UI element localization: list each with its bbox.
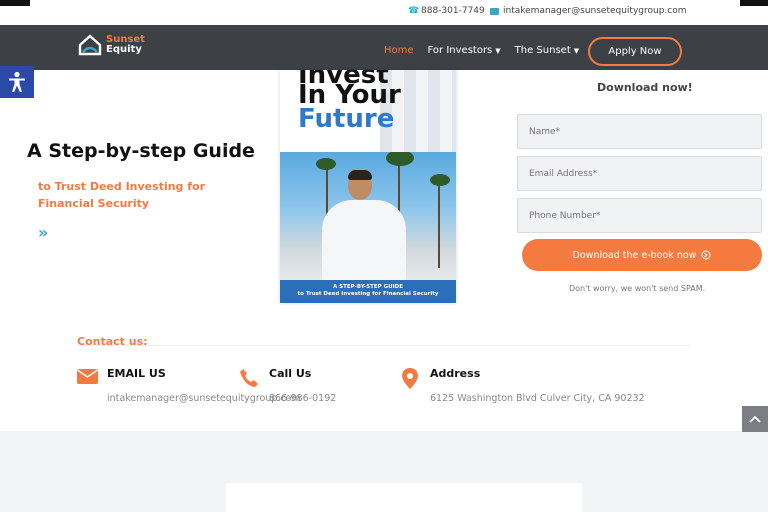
contact-label: Contact us: bbox=[77, 335, 148, 348]
lower-card bbox=[226, 483, 582, 512]
form-title: Download now! bbox=[597, 81, 693, 94]
call-us-value[interactable]: 866-986-0192 bbox=[269, 393, 336, 404]
accessibility-icon bbox=[9, 71, 25, 92]
top-contact-bar: ☎ 888-301-7749 intakemanager@sunsetequit… bbox=[0, 0, 768, 25]
phone-icon: ☎ bbox=[408, 5, 420, 16]
nav-for-investors-label: For Investors bbox=[427, 45, 493, 56]
chevron-down-icon: ▼ bbox=[573, 46, 580, 55]
download-ebook-button[interactable]: Download the e-book now bbox=[522, 239, 762, 271]
palm-frond bbox=[386, 152, 414, 166]
double-chevron-right-icon[interactable]: » bbox=[38, 223, 49, 242]
phone-icon bbox=[240, 369, 258, 387]
palm-tree bbox=[438, 178, 440, 268]
address-title: Address bbox=[430, 367, 481, 380]
main-nav: Home For Investors ▼ The Sunset ▼ bbox=[384, 45, 579, 56]
nav-the-sunset[interactable]: The Sunset ▼ bbox=[515, 45, 579, 56]
ebook-footer-line1: A STEP-BY-STEP GUIDE bbox=[333, 284, 403, 290]
envelope-icon bbox=[77, 369, 98, 384]
hero-title: A Step-by-step Guide bbox=[27, 140, 255, 162]
email-input[interactable] bbox=[517, 156, 762, 191]
ebook-cover: Invest In Your Future A STEP-BY-STEP GUI… bbox=[280, 70, 456, 303]
topbar-email[interactable]: intakemanager@sunsetequitygroup.com bbox=[490, 6, 687, 16]
nav-home[interactable]: Home bbox=[384, 45, 414, 56]
ebook-cover-photo bbox=[280, 152, 456, 280]
topbar-phone-text: 888-301-7749 bbox=[421, 6, 485, 16]
apply-now-button[interactable]: Apply Now bbox=[588, 37, 682, 66]
ebook-title-line3: Future bbox=[298, 104, 395, 134]
chevron-up-icon bbox=[749, 415, 761, 423]
address-value: 6125 Washington Blvd Culver City, CA 902… bbox=[430, 393, 645, 404]
screen-edge-left bbox=[0, 0, 30, 6]
ebook-cover-footer: A STEP-BY-STEP GUIDE to Trust Deed Inves… bbox=[280, 280, 456, 303]
email-us-title: EMAIL US bbox=[107, 367, 166, 380]
hero-subtitle: to Trust Deed Investing for Financial Se… bbox=[38, 180, 206, 210]
nav-for-investors[interactable]: For Investors ▼ bbox=[428, 45, 501, 56]
ebook-footer-line2: to Trust Deed Investing for Financial Se… bbox=[297, 291, 439, 297]
map-pin-icon bbox=[402, 368, 418, 389]
topbar-email-text: intakemanager@sunsetequitygroup.com bbox=[503, 6, 687, 16]
logo-house-icon bbox=[78, 34, 102, 56]
spam-note: Don't worry, we won't send SPAM. bbox=[569, 284, 706, 293]
name-input[interactable] bbox=[517, 114, 762, 149]
download-ebook-button-label: Download the e-book now bbox=[572, 249, 697, 261]
circle-arrow-right-icon bbox=[701, 250, 711, 260]
scroll-to-top-button[interactable] bbox=[742, 406, 768, 432]
chevron-down-icon: ▼ bbox=[495, 46, 501, 55]
logo-text-equity: Equity bbox=[106, 44, 142, 55]
person-hair bbox=[348, 170, 372, 180]
contact-divider bbox=[77, 345, 690, 346]
palm-frond bbox=[316, 158, 336, 170]
nav-the-sunset-label: The Sunset bbox=[514, 45, 571, 56]
envelope-icon bbox=[490, 7, 499, 15]
main-header: Sunset Equity Home For Investors ▼ The S… bbox=[0, 25, 768, 70]
topbar-phone[interactable]: ☎ 888-301-7749 bbox=[408, 6, 485, 16]
screen-edge-right bbox=[740, 0, 768, 6]
call-us-title: Call Us bbox=[269, 367, 312, 380]
person-body bbox=[322, 200, 406, 280]
page: ☎ 888-301-7749 intakemanager@sunsetequit… bbox=[0, 0, 768, 512]
phone-input[interactable] bbox=[517, 198, 762, 233]
site-logo[interactable]: Sunset Equity bbox=[78, 34, 145, 56]
accessibility-button[interactable] bbox=[0, 66, 34, 98]
palm-frond bbox=[430, 174, 450, 186]
